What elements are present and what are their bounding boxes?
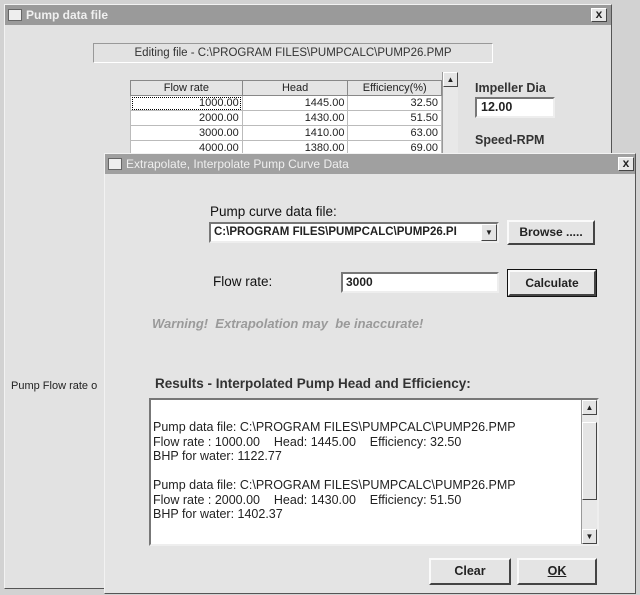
results-line bbox=[153, 464, 516, 479]
table-cell[interactable]: 51.50 bbox=[347, 110, 442, 126]
results-text-area[interactable]: Pump data file: C:\PROGRAM FILES\PUMPCAL… bbox=[149, 398, 599, 546]
speed-rpm-label: Speed-RPM bbox=[475, 133, 545, 147]
results-line: BHP for water: 1122.77 bbox=[153, 449, 282, 463]
pump-curve-file-value: C:\PROGRAM FILES\PUMPCALC\PUMP26.PI bbox=[214, 226, 457, 238]
table-header-row: Flow rate Head Efficiency(%) bbox=[130, 80, 442, 96]
table-cell[interactable]: 3000.00 bbox=[130, 125, 243, 141]
extrapolate-window: Extrapolate, Interpolate Pump Curve Data… bbox=[104, 153, 636, 594]
results-line: Flow rate : 2000.00 Head: 1430.00 Effici… bbox=[153, 492, 462, 507]
table-cell[interactable]: 1000.00 bbox=[130, 95, 243, 111]
chevron-down-icon[interactable]: ▼ bbox=[481, 224, 497, 241]
warning-text: Warning! Extrapolation may be inaccurate… bbox=[152, 316, 424, 331]
table-cell[interactable]: 2000.00 bbox=[130, 110, 243, 126]
close-button[interactable]: x bbox=[591, 8, 607, 22]
flow-rate-label: Flow rate: bbox=[213, 274, 273, 289]
results-line: Flow rate : 1000.00 Head: 1445.00 Effici… bbox=[153, 434, 462, 449]
editing-file-label: Editing file - C:\PROGRAM FILES\PUMPCALC… bbox=[93, 43, 493, 63]
extrapolate-titlebar[interactable]: Extrapolate, Interpolate Pump Curve Data bbox=[105, 154, 635, 174]
window-icon bbox=[8, 9, 22, 21]
table-cell[interactable]: 1445.00 bbox=[241, 95, 349, 111]
pump-curve-label: Pump curve data file: bbox=[210, 204, 337, 219]
pump-curve-file-select[interactable]: C:\PROGRAM FILES\PUMPCALC\PUMP26.PI ▼ bbox=[209, 222, 499, 243]
calculate-button[interactable]: Calculate bbox=[507, 269, 597, 297]
pump-data-file-titlebar[interactable]: Pump data file bbox=[5, 5, 611, 25]
clear-button[interactable]: Clear bbox=[429, 558, 511, 585]
results-line: BHP for water: 1402.37 bbox=[153, 507, 283, 521]
table-row[interactable]: 2000.00 1430.00 51.50 bbox=[130, 110, 442, 126]
table-cell[interactable]: 1430.00 bbox=[241, 110, 349, 126]
scrollbar-thumb[interactable] bbox=[582, 422, 597, 500]
table-row[interactable]: 1000.00 1445.00 32.50 bbox=[130, 95, 442, 111]
impeller-dia-label: Impeller Dia bbox=[475, 81, 546, 95]
browse-button[interactable]: Browse ..... bbox=[507, 220, 595, 245]
scroll-up-icon[interactable]: ▲ bbox=[582, 400, 597, 415]
close-button[interactable]: x bbox=[618, 157, 634, 171]
column-header-flow-rate[interactable]: Flow rate bbox=[130, 80, 243, 96]
table-cell[interactable]: 1410.00 bbox=[241, 125, 349, 141]
results-label: Results - Interpolated Pump Head and Eff… bbox=[155, 376, 471, 391]
status-text: Pump Flow rate o bbox=[11, 380, 98, 392]
results-line: Pump data file: C:\PROGRAM FILES\PUMPCAL… bbox=[153, 478, 516, 492]
column-header-head[interactable]: Head bbox=[241, 80, 349, 96]
table-scrollbar[interactable]: ▲ bbox=[442, 72, 458, 154]
results-scrollbar[interactable]: ▲ ▼ bbox=[581, 400, 597, 544]
results-line: Pump data file: C:\PROGRAM FILES\PUMPCAL… bbox=[153, 420, 516, 434]
window-title: Pump data file bbox=[26, 8, 109, 22]
ok-button[interactable]: OK bbox=[517, 558, 597, 585]
flow-rate-input[interactable]: 3000 bbox=[341, 272, 499, 293]
pump-data-table[interactable]: Flow rate Head Efficiency(%) 1000.00 144… bbox=[130, 80, 442, 156]
window-icon bbox=[108, 158, 122, 170]
table-cell[interactable]: 63.00 bbox=[347, 125, 442, 141]
table-row[interactable]: 3000.00 1410.00 63.00 bbox=[130, 125, 442, 141]
column-header-efficiency[interactable]: Efficiency(%) bbox=[347, 80, 442, 96]
impeller-dia-input[interactable]: 12.00 bbox=[475, 97, 555, 118]
table-cell[interactable]: 32.50 bbox=[347, 95, 442, 111]
scroll-down-icon[interactable]: ▼ bbox=[582, 529, 597, 544]
window-title: Extrapolate, Interpolate Pump Curve Data bbox=[126, 157, 349, 171]
scroll-up-icon[interactable]: ▲ bbox=[443, 72, 458, 87]
results-text: Pump data file: C:\PROGRAM FILES\PUMPCAL… bbox=[153, 420, 516, 522]
